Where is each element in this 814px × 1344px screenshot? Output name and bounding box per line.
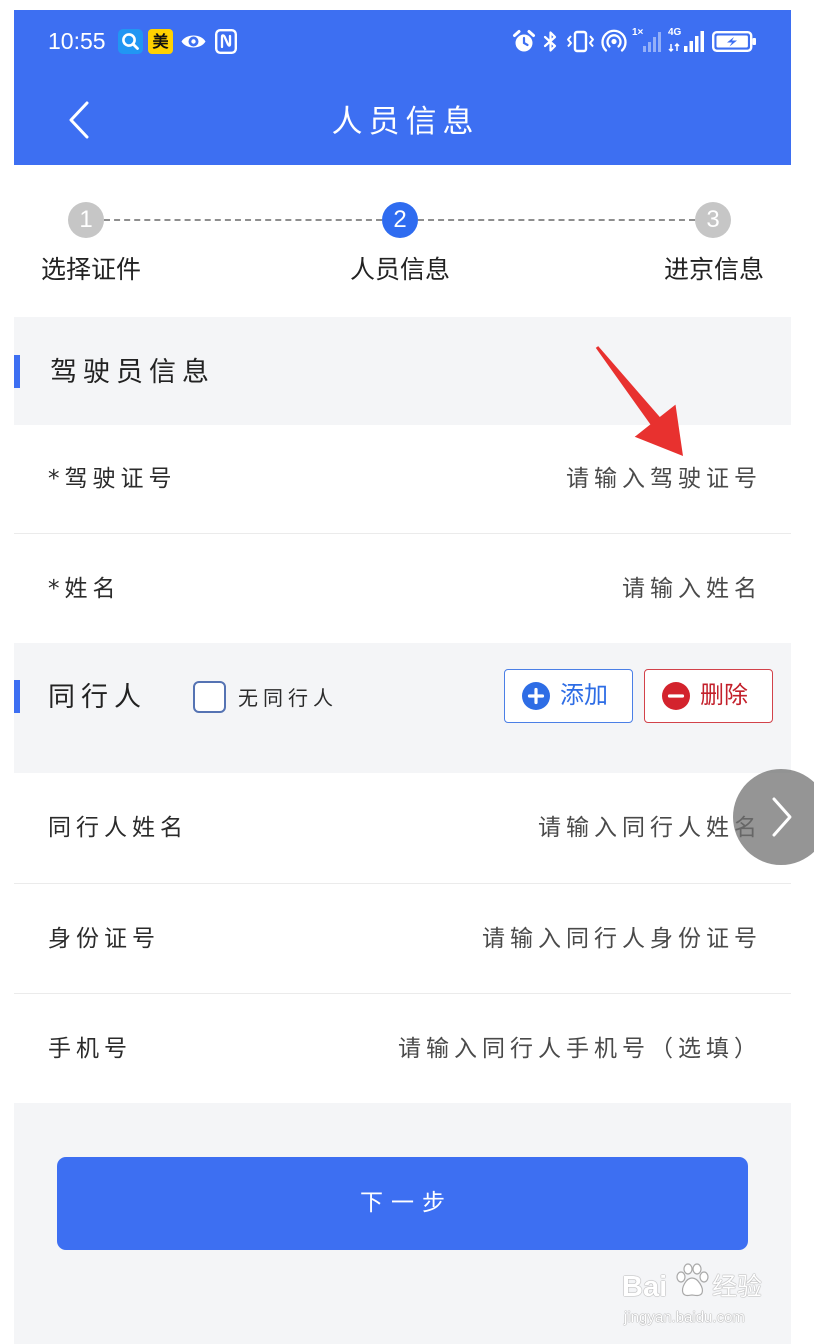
search-badge-icon bbox=[118, 29, 143, 54]
companion-phone-label: 手机号 bbox=[48, 1035, 132, 1062]
companion-id-row: 身份证号 bbox=[14, 883, 791, 993]
paw-icon bbox=[673, 1262, 711, 1300]
app-window: 10:55 美 1× 4G 人员信息 1 2 3 选择证件 人员信息 进京信息 … bbox=[14, 10, 791, 1344]
delete-companion-button[interactable]: 删除 bbox=[644, 669, 773, 723]
companion-section-title: 同行人 bbox=[48, 682, 147, 713]
step-1-label: 选择证件 bbox=[40, 255, 141, 284]
step-1-number: 1 bbox=[79, 206, 93, 233]
watermark-suffix: 经验 bbox=[712, 1272, 763, 1301]
no-companion-checkbox[interactable] bbox=[193, 681, 226, 713]
companion-name-input[interactable] bbox=[242, 808, 762, 848]
eye-icon bbox=[180, 29, 207, 54]
no-companion-label: 无同行人 bbox=[238, 686, 338, 710]
companion-id-label: 身份证号 bbox=[48, 925, 160, 952]
top-app-bar: 10:55 美 1× 4G 人员信息 bbox=[14, 10, 791, 165]
next-step-button[interactable]: 下一步 bbox=[57, 1157, 748, 1250]
chevron-right-icon bbox=[771, 796, 793, 838]
add-button-label: 添加 bbox=[560, 681, 608, 709]
hotspot-icon bbox=[600, 29, 628, 54]
phone-screen: 10:55 美 1× 4G 人员信息 1 2 3 选择证件 人员信息 进京信息 … bbox=[0, 0, 814, 1344]
section-accent-bar bbox=[14, 680, 20, 713]
no-companion-toggle[interactable]: 无同行人 bbox=[193, 681, 373, 714]
step-2-label: 人员信息 bbox=[349, 255, 450, 284]
alarm-icon bbox=[512, 29, 536, 54]
driver-section-header: 驾驶员信息 bbox=[14, 317, 791, 425]
driver-name-input[interactable] bbox=[242, 568, 762, 609]
section-accent-bar bbox=[14, 355, 20, 388]
companion-id-input[interactable] bbox=[242, 918, 762, 959]
step-2-number: 2 bbox=[393, 206, 407, 233]
add-companion-button[interactable]: 添加 bbox=[504, 669, 633, 723]
step-connector bbox=[418, 219, 695, 221]
step-3-label: 进京信息 bbox=[663, 255, 764, 284]
step-3-number: 3 bbox=[706, 206, 720, 233]
signal-4g-icon: 4G bbox=[668, 27, 705, 54]
signal-sim1-icon: 1× bbox=[632, 27, 662, 54]
battery-charging-icon bbox=[712, 29, 757, 54]
minus-circle-icon bbox=[662, 682, 690, 710]
step-3-indicator: 3 bbox=[695, 202, 731, 238]
page-title: 人员信息 bbox=[331, 104, 480, 140]
companion-phone-input[interactable] bbox=[242, 1028, 762, 1069]
driver-license-label: *驾驶证号 bbox=[48, 466, 177, 492]
companion-section-header: 同行人 无同行人 添加 删除 bbox=[14, 643, 791, 773]
step-2-indicator: 2 bbox=[382, 202, 418, 238]
progress-stepper: 1 2 3 选择证件 人员信息 进京信息 bbox=[14, 165, 791, 317]
companion-name-row: 同行人姓名 bbox=[14, 773, 791, 883]
sim1-label: 1× bbox=[632, 27, 644, 38]
driver-name-row: *姓名 bbox=[14, 533, 791, 643]
status-time: 10:55 bbox=[48, 28, 106, 54]
watermark-url: jingyan.baidu.com bbox=[624, 1309, 745, 1326]
step-1-indicator: 1 bbox=[68, 202, 104, 238]
plus-circle-icon bbox=[522, 682, 550, 710]
meituan-app-icon: 美 bbox=[148, 29, 173, 54]
floating-next-button[interactable] bbox=[733, 769, 814, 865]
driver-license-input[interactable] bbox=[242, 459, 762, 499]
driver-license-row: *驾驶证号 bbox=[14, 425, 791, 533]
bluetooth-icon bbox=[543, 29, 558, 54]
delete-button-label: 删除 bbox=[700, 681, 748, 709]
nfc-icon bbox=[215, 29, 237, 54]
driver-name-label: *姓名 bbox=[48, 575, 121, 602]
vibrate-icon bbox=[565, 29, 596, 54]
watermark-brand: Bai bbox=[622, 1271, 668, 1303]
meituan-badge-text: 美 bbox=[152, 32, 169, 51]
network-type-label: 4G bbox=[668, 27, 682, 38]
driver-section-title: 驾驶员信息 bbox=[50, 357, 215, 388]
companion-phone-row: 手机号 bbox=[14, 993, 791, 1103]
step-connector bbox=[104, 219, 382, 221]
companion-name-label: 同行人姓名 bbox=[48, 815, 188, 841]
